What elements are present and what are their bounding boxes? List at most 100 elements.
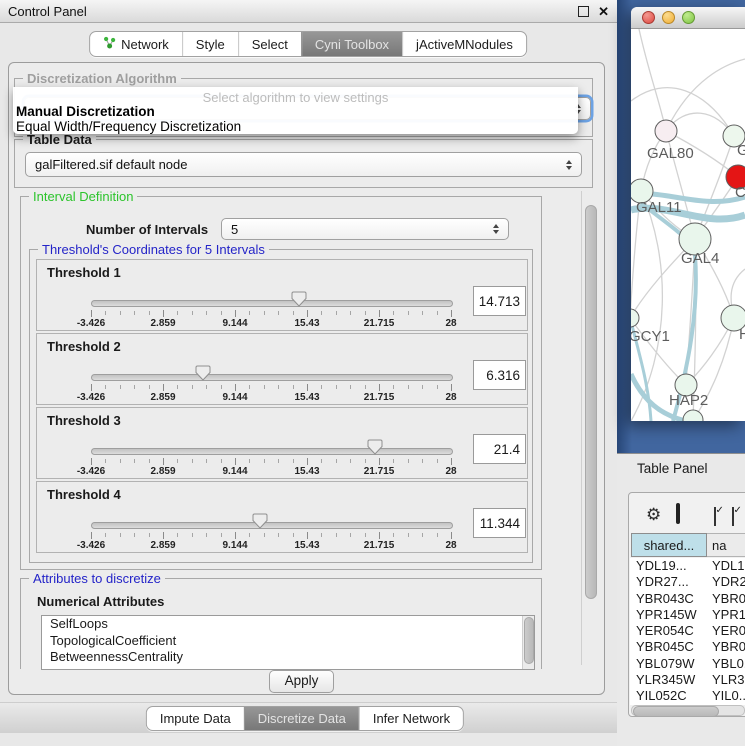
table-row[interactable]: YLR345WYLR3...	[630, 672, 745, 688]
threshold-value-field[interactable]: 6.316	[473, 360, 526, 390]
slider-tick	[307, 532, 308, 539]
tab-style[interactable]: Style	[182, 32, 238, 56]
table-cell-shared-name: YBL079W	[636, 656, 695, 671]
threshold-value-field[interactable]: 21.4	[473, 434, 526, 464]
network-edge[interactable]	[639, 29, 666, 131]
numerical-attributes-list[interactable]: SelfLoopsTopologicalCoefficientBetweenne…	[41, 615, 535, 670]
attributes-scrollbar-thumb[interactable]	[524, 617, 534, 664]
bottom-tab-bar: Impute DataDiscretize DataInfer Network	[146, 706, 464, 731]
slider-tick	[365, 311, 366, 315]
split-column-icon[interactable]	[676, 503, 680, 524]
table-header-name[interactable]: na	[707, 533, 745, 557]
table-row[interactable]: YBL079WYBL0...	[630, 656, 745, 672]
slider-tick	[105, 459, 106, 463]
slider-tick	[264, 533, 265, 537]
table-row[interactable]: YBR045CYBR0...	[630, 639, 745, 655]
attributes-scrollbar[interactable]	[522, 616, 534, 669]
slider-tick	[408, 385, 409, 389]
slider-tick-label: 9.144	[222, 540, 247, 551]
algorithm-option[interactable]: Equal Width/Frequency Discretization	[16, 119, 241, 134]
slider-tick	[134, 311, 135, 315]
table-data-combobox[interactable]: galFiltered.sif default node	[25, 152, 582, 177]
GCY1-node[interactable]	[631, 309, 639, 327]
table-row[interactable]: YIL052CYIL0...	[630, 688, 745, 704]
table-cell-name: YDL1...	[712, 558, 745, 573]
tab-select[interactable]: Select	[238, 32, 301, 56]
slider-tick	[177, 385, 178, 389]
node-label-c: C	[735, 184, 745, 201]
bottom-node[interactable]	[683, 410, 703, 421]
attribute-list-item[interactable]: BetweennessCentrality	[42, 649, 534, 666]
apply-button[interactable]: Apply	[269, 670, 334, 693]
slider-tick	[221, 533, 222, 537]
table-row[interactable]: YBR043CYBR0...	[630, 591, 745, 607]
threshold-value-field[interactable]: 14.713	[473, 286, 526, 316]
close-traffic-light-icon[interactable]	[642, 11, 655, 24]
slider-tick	[163, 384, 164, 391]
number-of-intervals-combobox[interactable]: 5	[221, 218, 509, 240]
table-cell-name: YPR1...	[712, 607, 745, 622]
checkbox-icon[interactable]	[714, 507, 716, 526]
combo-stepper-icon[interactable]	[566, 160, 572, 170]
gear-icon[interactable]: ⚙	[646, 506, 661, 523]
slider-thumb[interactable]	[367, 439, 383, 455]
tab-cyni-toolbox[interactable]: Cyni Toolbox	[301, 32, 402, 56]
table-row[interactable]: YER054CYER0...	[630, 623, 745, 639]
table-row[interactable]: YPR145WYPR1...	[630, 607, 745, 623]
slider-tick	[350, 533, 351, 537]
table-header-shared[interactable]: shared...	[631, 533, 707, 557]
zoom-traffic-light-icon[interactable]	[682, 11, 695, 24]
attribute-list-item[interactable]: TopologicalCoefficient	[42, 633, 534, 650]
slider-tick	[321, 385, 322, 389]
tab-infer-network[interactable]: Infer Network	[359, 707, 463, 730]
threshold-slider[interactable]: -3.4262.8599.14415.4321.71528	[37, 334, 527, 404]
tab-discretize-data[interactable]: Discretize Data	[244, 707, 359, 730]
threshold-value-field[interactable]: 11.344	[473, 508, 526, 538]
slider-tick	[134, 533, 135, 537]
slider-tick	[91, 458, 92, 465]
threshold-slider[interactable]: -3.4262.8599.14415.4321.71528	[37, 260, 527, 330]
slider-thumb[interactable]	[195, 365, 211, 381]
slider-tick	[437, 459, 438, 463]
network-canvas[interactable]: GAL80GACGAL11GAL4GCY1HHAP2	[631, 29, 745, 421]
combo-stepper-icon[interactable]	[493, 224, 499, 234]
minimize-traffic-light-icon[interactable]	[662, 11, 675, 24]
slider-thumb[interactable]	[291, 291, 307, 307]
slider-tick	[91, 310, 92, 317]
threshold-slider[interactable]: -3.4262.8599.14415.4321.71528	[37, 482, 527, 552]
slider-tick	[149, 459, 150, 463]
network-edge[interactable]	[631, 88, 734, 136]
GAL80-node[interactable]	[655, 120, 677, 142]
tab-label: Cyni Toolbox	[315, 37, 389, 52]
slider-tick	[422, 459, 423, 463]
settings-scrollbar[interactable]	[581, 191, 599, 665]
table-row[interactable]: YDL19...YDL1...	[630, 558, 745, 574]
slider-tick	[235, 384, 236, 391]
threshold-slider[interactable]: -3.4262.8599.14415.4321.71528	[37, 408, 527, 478]
tab-jactivemnodules[interactable]: jActiveMNodules	[402, 32, 526, 56]
network-edge[interactable]	[666, 59, 745, 131]
slider-tick-label: 9.144	[222, 318, 247, 329]
attribute-list-item[interactable]: SelfLoops	[42, 616, 534, 633]
table-row[interactable]: YDR27...YDR2...	[630, 574, 745, 590]
slider-tick	[163, 532, 164, 539]
checkbox-icon[interactable]	[732, 507, 734, 526]
node-label-gal11: GAL11	[636, 199, 682, 216]
settings-scrollbar-thumb[interactable]	[585, 205, 597, 599]
close-icon[interactable]: ✕	[598, 5, 609, 18]
table-hscrollbar[interactable]	[631, 705, 745, 716]
slider-tick	[163, 458, 164, 465]
slider-thumb[interactable]	[252, 513, 268, 529]
tab-network[interactable]: Network	[90, 32, 182, 56]
slider-tick	[321, 311, 322, 315]
node-label-hap2: HAP2	[669, 392, 708, 409]
threshold-panel: Threshold 4 -3.4262.8599.14415.4321.7152…	[36, 481, 528, 553]
slider-tick-label: 21.715	[364, 318, 395, 329]
table-hscrollbar-thumb[interactable]	[633, 706, 719, 717]
table-cell-shared-name: YBR045C	[636, 639, 694, 654]
float-window-icon[interactable]	[578, 6, 589, 17]
interval-definition-group-title: Interval Definition	[29, 189, 137, 204]
slider-tick-label: 21.715	[364, 540, 395, 551]
algorithm-option[interactable]: Manual Discretization	[16, 104, 155, 119]
tab-impute-data[interactable]: Impute Data	[147, 707, 244, 730]
